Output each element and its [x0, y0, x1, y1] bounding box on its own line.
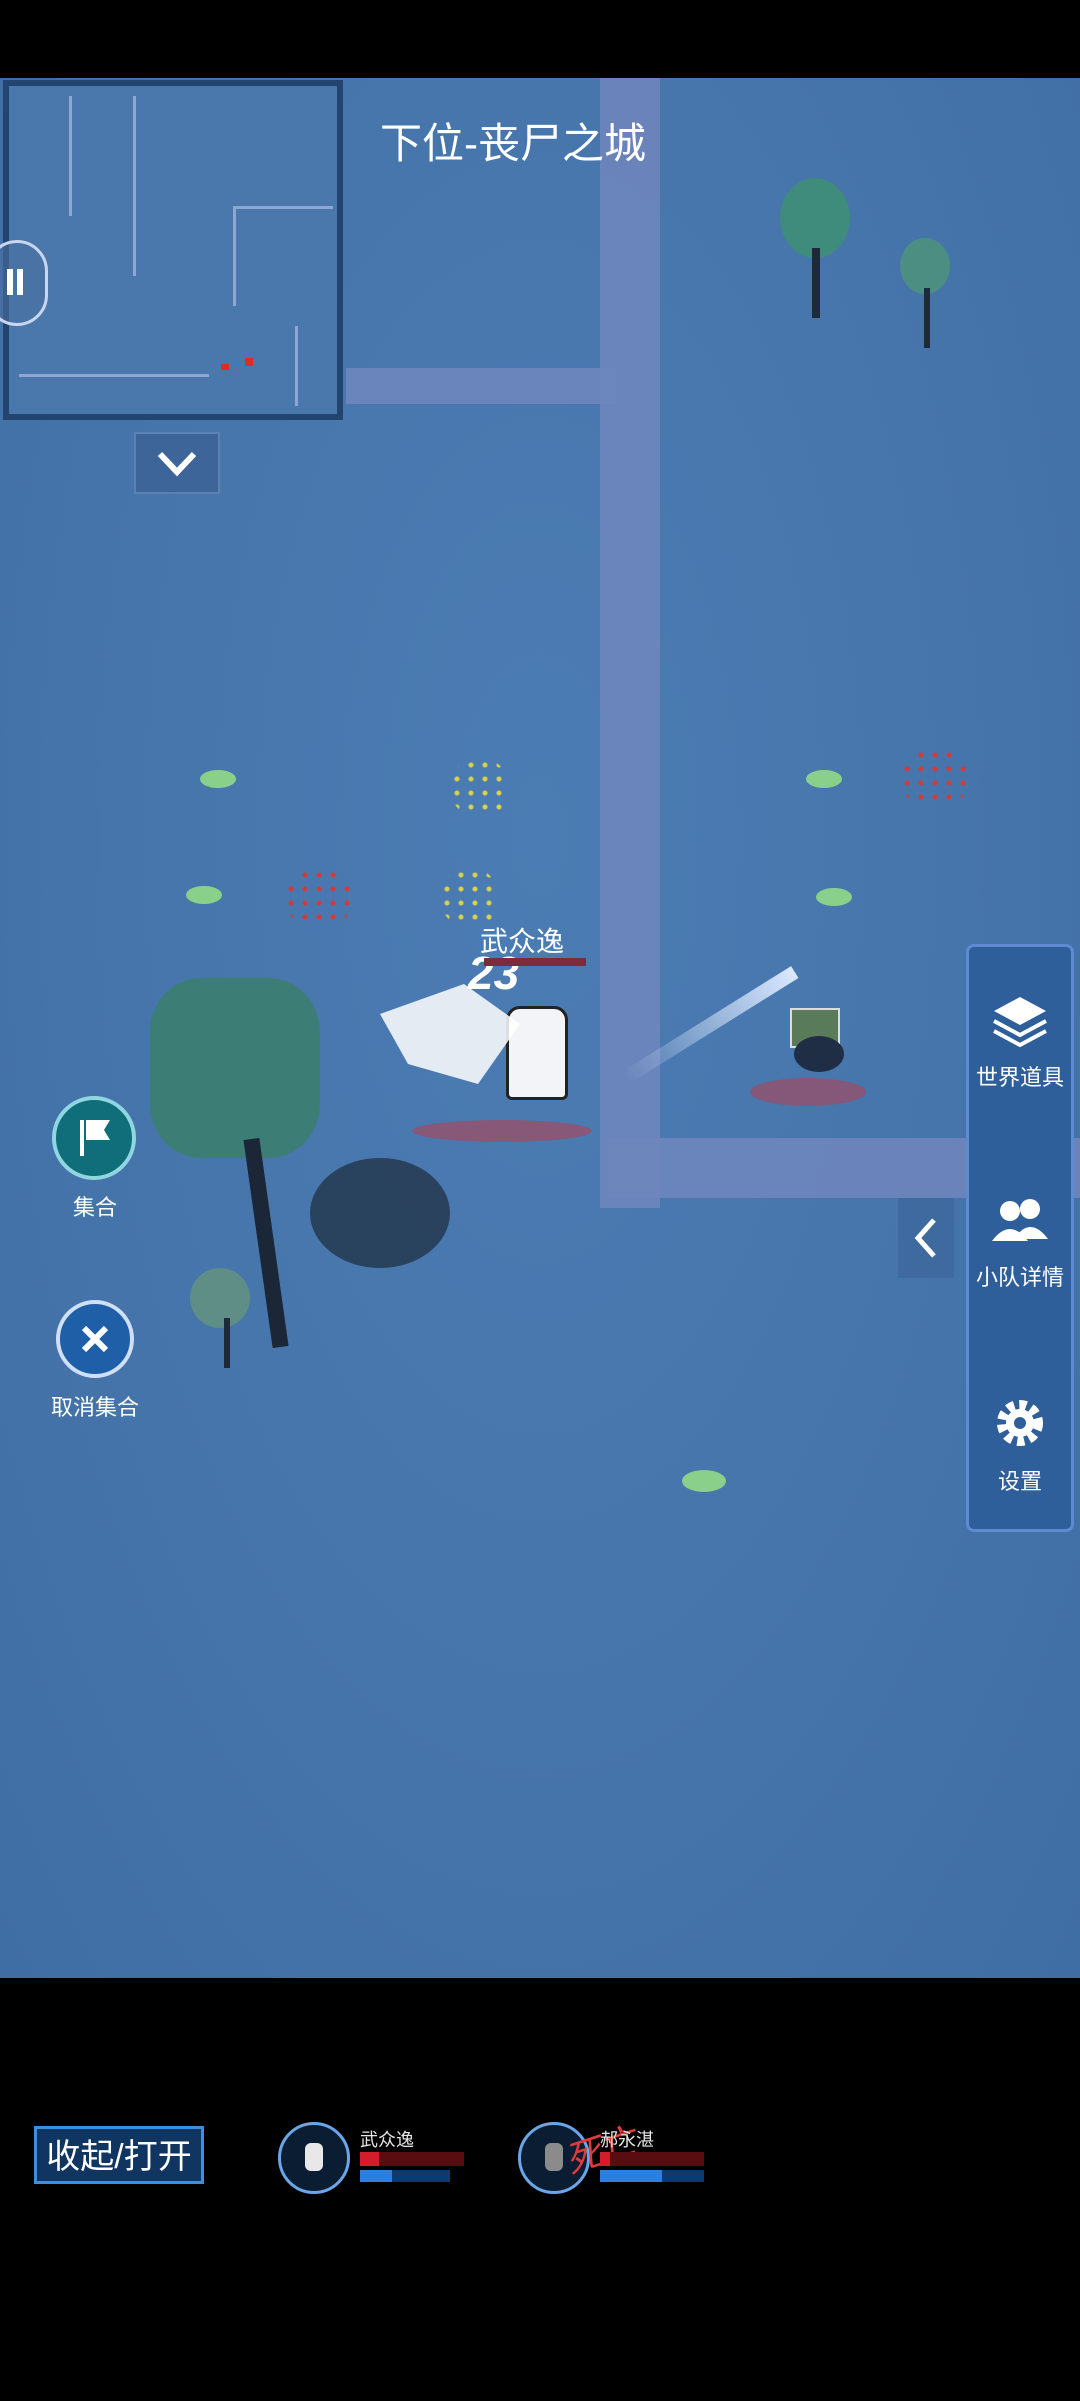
side-panel: 世界道具 小队详情 设置	[966, 944, 1074, 1532]
member-name: 武众逸	[360, 2130, 414, 2150]
bush-icon	[816, 888, 852, 906]
collapse-panel-button[interactable]	[898, 1198, 954, 1278]
member-hp-bar	[600, 2152, 704, 2166]
bush-icon	[186, 886, 222, 904]
settings-button[interactable]: 设置	[969, 1393, 1071, 1496]
flag-icon	[80, 1120, 110, 1156]
yellow-flowers-icon	[440, 868, 500, 928]
rally-label: 集合	[72, 1195, 117, 1220]
path-horizontal-top	[346, 368, 616, 404]
bush-icon	[806, 770, 842, 788]
world-items-label: 世界道具	[975, 1065, 1064, 1090]
cancel-rally-label: 取消集合	[50, 1395, 139, 1420]
player-hp-bar	[484, 958, 586, 966]
team-member[interactable]: 武众逸	[278, 2122, 498, 2202]
settings-label: 设置	[997, 1469, 1042, 1494]
map-title: 下位-丧尸之城	[380, 120, 646, 167]
member-name: 郝永湛	[600, 2130, 654, 2150]
layers-icon	[993, 997, 1047, 1048]
chevron-down-icon	[157, 451, 197, 477]
member-hp-bar	[360, 2152, 464, 2166]
path-vertical	[600, 78, 660, 1208]
member-mp-bar	[600, 2170, 704, 2182]
chevron-left-icon	[914, 1218, 936, 1258]
member-mp-bar	[360, 2170, 450, 2182]
member-hp-fill	[360, 2152, 379, 2166]
team-icon	[992, 1199, 1048, 1241]
enemy-dark-shadow	[794, 1036, 844, 1072]
expand-minimap-button[interactable]	[134, 432, 220, 494]
world-items-button[interactable]: 世界道具	[969, 993, 1071, 1092]
yellow-flowers-icon	[450, 758, 510, 818]
team-member[interactable]: 死亡 郝永湛	[518, 2120, 738, 2202]
close-icon	[81, 1325, 109, 1353]
enemy-shadow	[750, 1078, 866, 1106]
player-shadow	[412, 1120, 592, 1142]
gear-icon	[997, 1400, 1043, 1446]
red-flowers-icon	[900, 748, 970, 808]
member-avatar	[278, 2122, 350, 2194]
rally-button[interactable]	[52, 1096, 136, 1180]
bush-icon	[200, 770, 236, 788]
minimap[interactable]	[3, 80, 343, 420]
minimap-ally-marker	[221, 364, 229, 370]
player-character[interactable]	[506, 1006, 568, 1100]
member-mp-fill	[600, 2170, 663, 2182]
minimap-player-marker	[245, 358, 253, 366]
member-mp-fill	[360, 2170, 392, 2182]
pause-button[interactable]	[0, 240, 48, 326]
toggle-panel-button[interactable]: 收起/打开	[34, 2126, 204, 2184]
bush-icon	[682, 1470, 726, 1492]
team-details-button[interactable]: 小队详情	[969, 1193, 1071, 1292]
red-flowers-icon	[284, 868, 354, 928]
team-details-label: 小队详情	[975, 1265, 1064, 1290]
cancel-rally-button[interactable]	[56, 1300, 134, 1378]
member-hp-fill	[600, 2152, 611, 2166]
player-name: 武众逸	[480, 926, 565, 957]
